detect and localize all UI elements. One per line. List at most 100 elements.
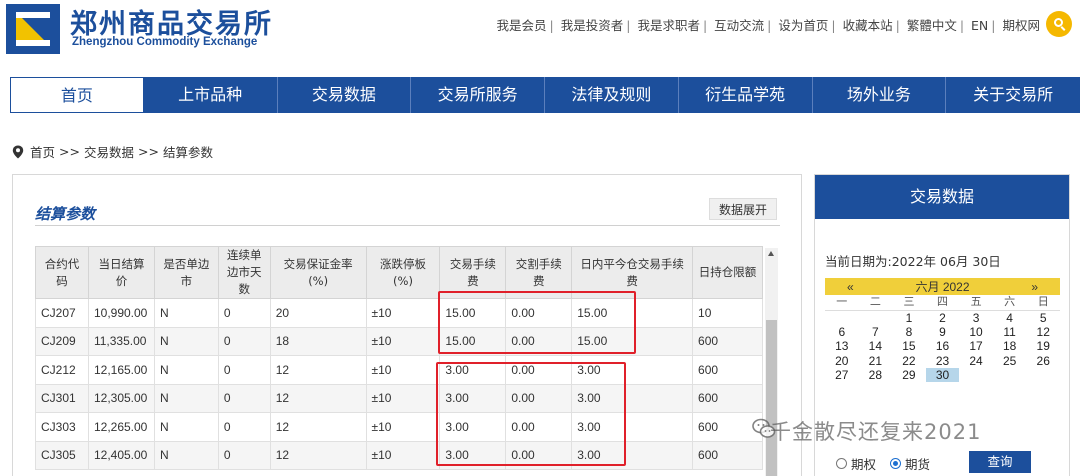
calendar-blank <box>859 311 893 325</box>
calendar-day[interactable]: 20 <box>825 354 859 368</box>
radio-futures-label[interactable]: 期货 <box>905 454 930 473</box>
nav-item-laws-rules[interactable]: 法律及规则 <box>545 77 679 113</box>
query-button[interactable]: 查询 <box>969 451 1031 473</box>
current-date-label: 当前日期为: <box>825 254 892 269</box>
calendar-day[interactable]: 27 <box>825 368 859 382</box>
calendar-day[interactable]: 4 <box>993 311 1027 325</box>
toplink-jobseeker[interactable]: 我是求职者 <box>637 15 700 34</box>
cell-settlement-price: 12,265.00 <box>87 412 155 442</box>
cell-position-limit: 600 <box>692 355 763 385</box>
cell-price-limit: ±10 <box>365 440 441 470</box>
cell-contract-code: CJ303 <box>35 412 89 442</box>
table-row: CJ301 12,305.00 N 0 12 ±10 3.00 0.00 3.00 600 <box>35 383 763 413</box>
toplink-member[interactable]: 我是会员 <box>497 15 547 34</box>
logo-icon[interactable] <box>6 4 60 54</box>
toplink-investor[interactable]: 我是投资者 <box>561 15 624 34</box>
cell-limit-days: 0 <box>217 298 271 328</box>
cell-position-limit: 600 <box>692 440 763 470</box>
toplink-interaction[interactable]: 互动交流 <box>714 15 764 34</box>
cell-margin-rate: 20 <box>269 298 367 328</box>
col-settlement-price: 当日结算价 <box>87 246 155 299</box>
radio-futures[interactable] <box>890 458 902 469</box>
toplink-bookmark[interactable]: 收藏本站 <box>843 15 893 34</box>
calendar-day[interactable]: 1 <box>892 311 926 325</box>
calendar-day[interactable]: 25 <box>993 354 1027 368</box>
settlement-params-panel: 结算参数 数据展开 合约代码 当日结算价 是否单边市 连续单边市天数 交易保证金… <box>12 174 802 476</box>
cell-limit-market: N <box>153 298 219 328</box>
title-divider <box>35 225 780 226</box>
calendar-day[interactable]: 2 <box>926 311 960 325</box>
calendar-day[interactable]: 16 <box>926 339 960 353</box>
table-row: CJ207 10,990.00 N 0 20 ±10 15.00 0.00 15.00 10 <box>35 298 763 328</box>
scroll-thumb[interactable] <box>766 320 777 476</box>
calendar-day[interactable]: 7 <box>859 325 893 339</box>
calendar-day[interactable]: 10 <box>959 325 993 339</box>
calendar-day[interactable]: 28 <box>859 368 893 382</box>
cell-margin-rate: 18 <box>269 326 367 356</box>
calendar-day[interactable]: 8 <box>892 325 926 339</box>
nav-item-listed-products[interactable]: 上市品种 <box>144 77 278 113</box>
calendar-day[interactable]: 12 <box>1026 325 1060 339</box>
toplink-traditional-chinese[interactable]: 繁體中文 <box>907 15 957 34</box>
calendar-day[interactable]: 17 <box>959 339 993 353</box>
col-contract-code: 合约代码 <box>35 246 89 299</box>
calendar-day[interactable]: 22 <box>892 354 926 368</box>
calendar-day[interactable]: 5 <box>1026 311 1060 325</box>
cell-price-limit: ±10 <box>365 298 441 328</box>
calendar-day[interactable]: 3 <box>959 311 993 325</box>
table-header-row: 合约代码 当日结算价 是否单边市 连续单边市天数 交易保证金率(%) 涨跌停板(… <box>35 246 763 299</box>
cell-price-limit: ±10 <box>365 412 441 442</box>
toplink-options-site[interactable]: 期权网 <box>1002 15 1040 34</box>
toplink-set-homepage[interactable]: 设为首页 <box>778 15 828 34</box>
calendar-day[interactable]: 24 <box>959 354 993 368</box>
calendar-day[interactable]: 29 <box>892 368 926 382</box>
logo-subtitle[interactable]: Zhengzhou Commodity Exchange <box>72 36 257 48</box>
calendar-day[interactable]: 14 <box>859 339 893 353</box>
cell-contract-code: CJ305 <box>35 440 89 470</box>
date-picker-calendar: « 六月 2022 » 一 二 三 四 五 六 日 1 2 3 4 5 6 7 8 9 10 11 1… <box>825 278 1060 382</box>
search-button[interactable] <box>1046 11 1072 37</box>
expand-data-button[interactable]: 数据展开 <box>709 198 777 220</box>
weekday-label: 日 <box>1037 296 1049 308</box>
calendar-day[interactable]: 23 <box>926 354 960 368</box>
breadcrumb-home[interactable]: 首页 <box>30 142 55 161</box>
calendar-day[interactable]: 6 <box>825 325 859 339</box>
radio-options[interactable] <box>836 458 847 469</box>
calendar-day[interactable]: 18 <box>993 339 1027 353</box>
calendar-day[interactable]: 11 <box>993 325 1027 339</box>
col-position-limit: 日持仓限额 <box>692 246 763 299</box>
nav-item-about[interactable]: 关于交易所 <box>946 77 1080 113</box>
weekday-label: 二 <box>869 296 881 308</box>
calendar-month-label: 六月 2022 <box>915 280 970 294</box>
calendar-day[interactable]: 9 <box>926 325 960 339</box>
settlement-table: 合约代码 当日结算价 是否单边市 连续单边市天数 交易保证金率(%) 涨跌停板(… <box>35 246 763 470</box>
radio-options-label[interactable]: 期权 <box>851 454 876 473</box>
breadcrumb-sep: >> <box>59 144 80 159</box>
breadcrumb-current: 结算参数 <box>162 145 213 160</box>
calendar-day[interactable]: 21 <box>859 354 893 368</box>
nav-item-home[interactable]: 首页 <box>10 77 144 113</box>
calendar-next-button[interactable]: » <box>1031 280 1038 294</box>
nav-item-derivatives-academy[interactable]: 衍生品学苑 <box>679 77 813 113</box>
calendar-day[interactable]: 13 <box>825 339 859 353</box>
calendar-day[interactable]: 15 <box>892 339 926 353</box>
col-margin-rate: 交易保证金率(%) <box>269 246 367 299</box>
table-row: CJ303 12,265.00 N 0 12 ±10 3.00 0.00 3.00 600 <box>35 412 763 442</box>
col-limit-days: 连续单边市天数 <box>217 246 271 299</box>
calendar-day[interactable]: 26 <box>1026 354 1060 368</box>
calendar-day[interactable]: 30 <box>925 367 960 382</box>
scroll-up-arrow-icon[interactable] <box>768 251 774 256</box>
calendar-weekdays: 一 二 三 四 五 六 日 <box>825 295 1060 311</box>
toplink-english[interactable]: EN <box>971 18 988 33</box>
col-price-limit: 涨跌停板(%) <box>365 246 441 299</box>
cell-limit-market: N <box>153 412 219 442</box>
calendar-blank <box>825 311 859 325</box>
cell-contract-code: CJ301 <box>35 383 89 413</box>
cell-margin-rate: 12 <box>269 440 367 470</box>
nav-item-exchange-services[interactable]: 交易所服务 <box>411 77 545 113</box>
calendar-day[interactable]: 19 <box>1026 339 1060 353</box>
calendar-prev-button[interactable]: « <box>847 280 854 294</box>
nav-item-otc-business[interactable]: 场外业务 <box>813 77 947 113</box>
breadcrumb-trading-data[interactable]: 交易数据 <box>84 142 134 161</box>
nav-item-trading-data[interactable]: 交易数据 <box>278 77 412 113</box>
